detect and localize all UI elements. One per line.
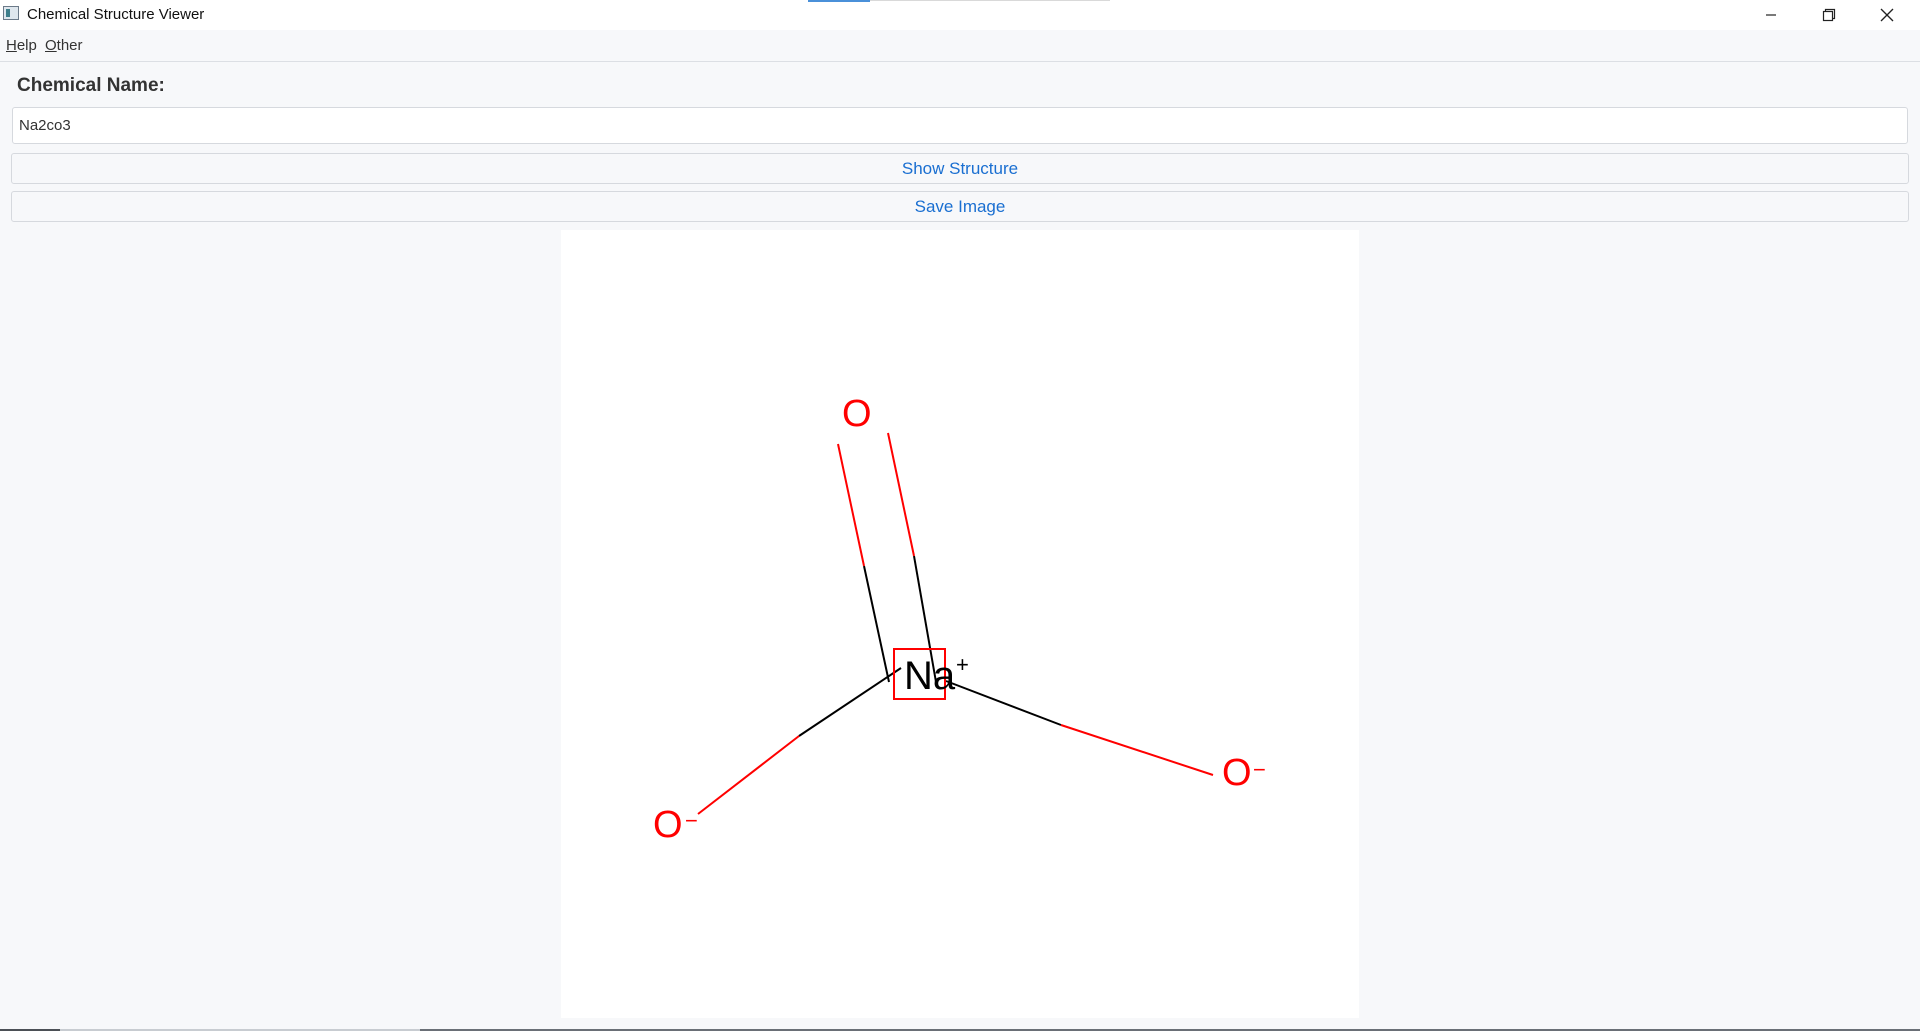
title-bar: Chemical Structure Viewer xyxy=(0,0,1920,30)
close-icon xyxy=(1880,8,1894,22)
window-title: Chemical Structure Viewer xyxy=(27,6,205,23)
bond-top-1-black xyxy=(863,565,890,683)
menu-other[interactable]: Other xyxy=(45,37,83,54)
maximize-button[interactable] xyxy=(1800,0,1858,30)
bond-top-1-red xyxy=(837,443,865,567)
restore-icon xyxy=(1822,8,1836,22)
menu-help[interactable]: Help xyxy=(6,37,37,54)
minimize-button[interactable] xyxy=(1742,0,1800,30)
menu-other-mnemonic: O xyxy=(45,37,57,54)
chemical-name-input[interactable] xyxy=(12,107,1908,144)
menu-help-mnemonic: H xyxy=(6,37,17,54)
show-structure-button[interactable]: Show Structure xyxy=(11,153,1909,184)
atom-na: Na xyxy=(904,654,956,698)
bond-left-red xyxy=(697,735,800,815)
close-button[interactable] xyxy=(1858,0,1916,30)
bond-top-2-red xyxy=(887,432,915,557)
structure-canvas: Na + O O − O − xyxy=(561,230,1359,1018)
save-image-button[interactable]: Save Image xyxy=(11,191,1909,222)
bond-left-black xyxy=(798,667,902,737)
title-divider xyxy=(870,0,1110,1)
bond-right-black xyxy=(945,680,1062,726)
atom-o-left: O xyxy=(653,804,683,846)
atom-o-right: O xyxy=(1222,752,1252,794)
atom-o-right-charge: − xyxy=(1253,757,1266,782)
minimize-icon xyxy=(1766,14,1776,16)
bond-right-red xyxy=(1060,724,1214,776)
atom-na-charge: + xyxy=(956,652,969,677)
menu-help-label: elp xyxy=(16,37,37,54)
menu-bar: Help Other xyxy=(0,30,1920,62)
atom-o-top: O xyxy=(842,393,872,435)
chemical-name-label: Chemical Name: xyxy=(17,75,165,96)
menu-other-label: ther xyxy=(56,37,83,54)
structure-drawing: Na + O O − O − xyxy=(653,393,1266,846)
atom-o-left-charge: − xyxy=(685,808,698,833)
title-accent xyxy=(808,0,870,2)
app-icon xyxy=(3,6,19,20)
